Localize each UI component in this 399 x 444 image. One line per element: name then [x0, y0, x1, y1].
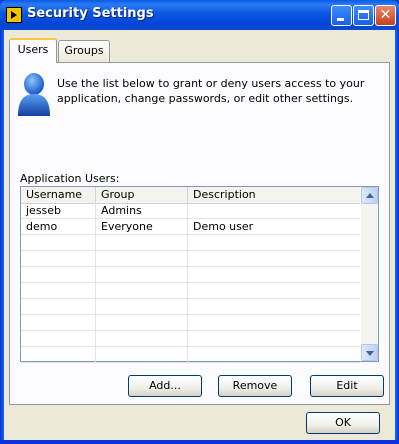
username-cell [21, 283, 96, 298]
username-cell: jesseb [21, 203, 96, 218]
add-user-button[interactable]: Add... [128, 375, 202, 397]
table-row[interactable] [21, 347, 360, 363]
tab-users[interactable]: Users [9, 38, 57, 63]
tab-groups[interactable]: Groups [58, 40, 110, 62]
scroll-up-icon[interactable] [361, 187, 378, 204]
group-cell: Admins [96, 203, 188, 218]
description-cell [188, 299, 360, 314]
group-cell [96, 267, 188, 282]
title-bar[interactable]: Security Settings ✕ [0, 0, 399, 30]
username-cell [21, 251, 96, 266]
group-cell [96, 283, 188, 298]
ok-button[interactable]: OK [306, 412, 380, 434]
table-row[interactable] [21, 315, 360, 331]
user-icon [18, 73, 50, 116]
column-header-group[interactable]: Group [96, 187, 188, 203]
table-row[interactable] [21, 331, 360, 347]
list-header: Username Group Description [21, 187, 360, 204]
table-row[interactable] [21, 251, 360, 267]
description-cell [188, 235, 360, 250]
intro-text: Use the list below to grant or deny user… [57, 77, 365, 105]
description-cell: Demo user [193, 220, 254, 233]
table-row[interactable]: demo Everyone Demo user [21, 219, 360, 235]
table-row[interactable] [21, 235, 360, 251]
table-row[interactable] [21, 267, 360, 283]
username-cell [21, 315, 96, 330]
description-cell [188, 347, 360, 362]
description-cell [188, 251, 360, 266]
users-tab-panel: Use the list below to grant or deny user… [9, 62, 390, 405]
edit-user-button[interactable]: Edit [310, 375, 384, 397]
group-cell [96, 235, 188, 250]
close-button[interactable]: ✕ [375, 5, 396, 26]
scroll-down-icon[interactable] [361, 344, 378, 361]
application-users-label: Application Users: [20, 172, 120, 185]
username-cell: demo [21, 219, 96, 234]
vertical-scrollbar[interactable] [361, 187, 378, 361]
users-listbox[interactable]: Username Group Description jesseb Admins d… [20, 186, 379, 363]
labview-app-icon[interactable] [6, 7, 22, 23]
username-cell [21, 299, 96, 314]
username-cell [21, 331, 96, 346]
minimize-button[interactable] [331, 5, 352, 26]
table-row[interactable] [21, 283, 360, 299]
username-cell [21, 347, 96, 362]
group-cell [96, 347, 188, 362]
table-row[interactable]: jesseb Admins [21, 203, 360, 219]
window-title: Security Settings [27, 6, 154, 21]
description-cell [188, 315, 360, 330]
security-settings-window: Security Settings ✕ Users Groups Use the… [0, 0, 399, 444]
close-icon: ✕ [379, 7, 392, 23]
group-cell [96, 299, 188, 314]
username-cell [21, 235, 96, 250]
column-header-username[interactable]: Username [21, 187, 96, 203]
window-border-right [395, 30, 399, 444]
group-cell [96, 331, 188, 346]
window-border-bottom [0, 440, 399, 444]
description-cell [188, 331, 360, 346]
remove-user-button[interactable]: Remove [218, 375, 292, 397]
username-cell [21, 267, 96, 282]
group-cell: Everyone [96, 219, 188, 234]
group-cell [96, 315, 188, 330]
column-header-description[interactable]: Description [188, 187, 360, 203]
description-cell [188, 267, 360, 282]
table-row[interactable] [21, 299, 360, 315]
group-cell [96, 251, 188, 266]
description-cell [188, 203, 360, 218]
dialog-client-area: Users Groups Use the list below to grant… [4, 30, 395, 440]
maximize-button[interactable] [353, 5, 374, 26]
description-cell [188, 283, 360, 298]
